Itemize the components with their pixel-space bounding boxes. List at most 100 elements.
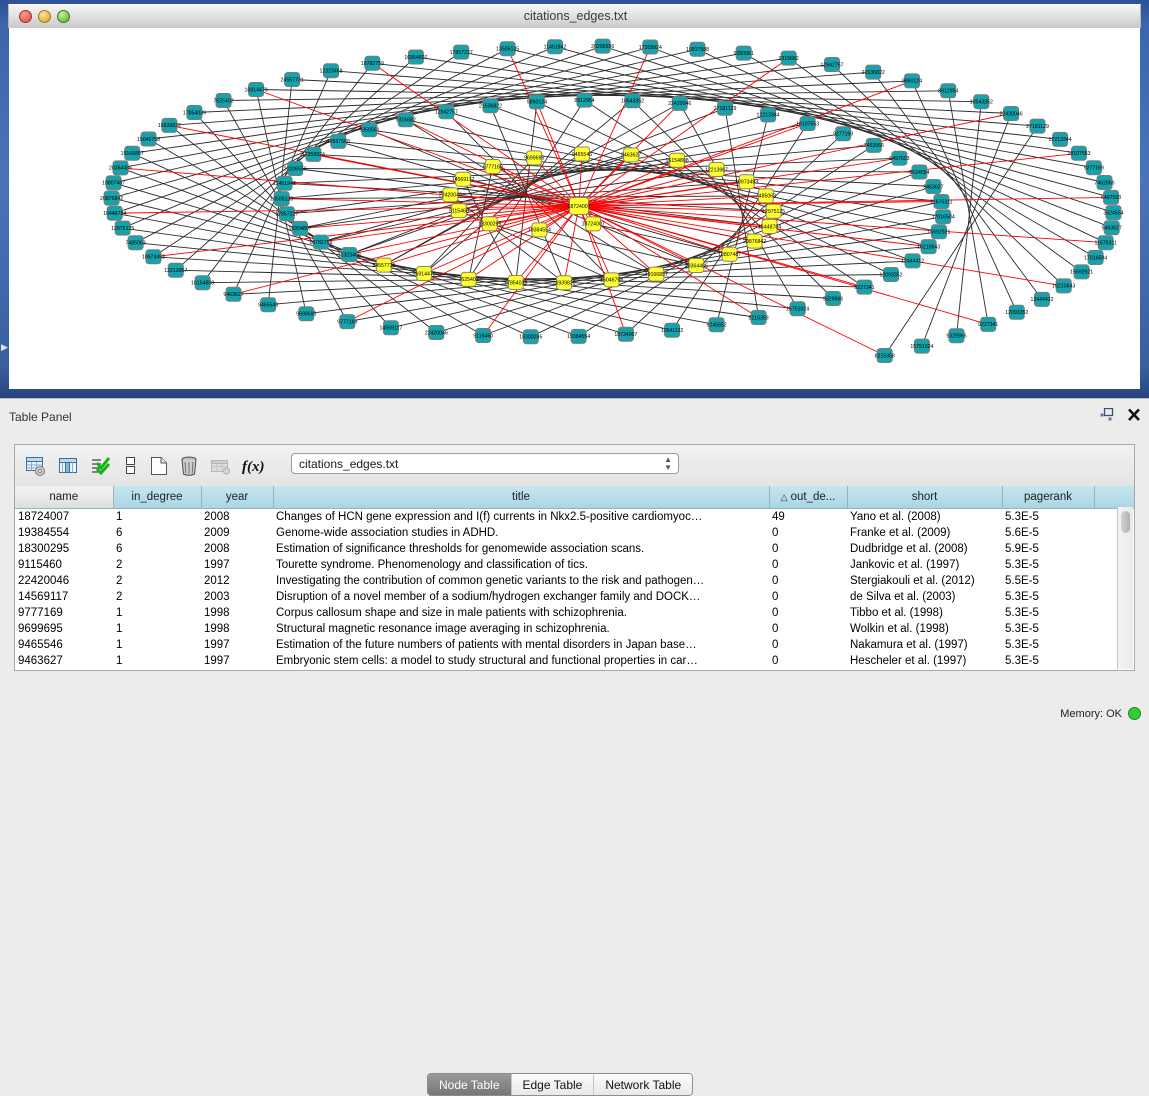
select-attributes-icon[interactable] [89, 455, 111, 477]
graph-node[interactable]: 12444412 [901, 254, 924, 268]
graph-node[interactable]: 16154808 [666, 153, 689, 167]
column-header-in_degree[interactable]: in_degree [113, 486, 201, 509]
graph-node[interactable]: 17854039 [183, 106, 206, 120]
graph-node[interactable]: 10543352 [970, 95, 993, 109]
graph-node[interactable]: 9277169 [833, 127, 853, 141]
graph-node[interactable]: 7462066 [864, 138, 884, 152]
graph-node[interactable]: 9465546 [258, 298, 278, 312]
graph-node[interactable]: 22420046 [1000, 107, 1023, 121]
graph-node[interactable]: 9315682 [779, 51, 799, 65]
graph-node[interactable]: 12093352 [1005, 305, 1028, 319]
graph-node[interactable]: 9699695 [524, 151, 544, 165]
graph-node[interactable]: 15751024 [910, 339, 933, 353]
graph-node[interactable]: 16939822 [158, 118, 181, 132]
table-row[interactable]: 2242004622012Investigating the contribut… [15, 573, 1134, 589]
graph-node[interactable]: 27181129 [1026, 119, 1049, 133]
graph-node[interactable]: 11675311 [1095, 236, 1117, 250]
graph-node[interactable]: 9227341 [854, 280, 874, 294]
graph-node[interactable]: 10807487 [102, 176, 125, 190]
graph-node[interactable]: 15692921 [1070, 265, 1093, 279]
graph-node[interactable]: 15751024 [786, 302, 809, 316]
graph-node[interactable]: 20876842 [100, 191, 123, 205]
graph-node[interactable]: 12975125 [111, 221, 134, 235]
table-settings-icon[interactable] [25, 455, 47, 477]
graph-node[interactable]: 16448784 [103, 206, 126, 220]
graph-node[interactable]: 18724007 [567, 198, 590, 215]
graph-node[interactable]: 9465546 [572, 147, 592, 161]
graph-node[interactable]: 16210643 [917, 240, 940, 254]
graph-node[interactable]: 9463627 [621, 148, 641, 162]
graph-node[interactable]: 9860124 [902, 74, 922, 88]
graph-node[interactable]: 9227341 [978, 317, 998, 331]
tab-network-table[interactable]: Network Table [593, 1074, 692, 1095]
function-builder-icon[interactable]: f(x) [241, 455, 267, 477]
graph-node[interactable]: 7485063 [756, 189, 776, 203]
table-vertical-scrollbar[interactable] [1117, 507, 1133, 669]
graph-node[interactable]: 9463627 [1102, 221, 1122, 235]
graph-node[interactable]: 18107553 [796, 117, 819, 131]
graph-node[interactable]: 22420046 [425, 326, 448, 340]
graph-node[interactable]: 12444412 [1030, 292, 1053, 306]
table-row[interactable]: 969969511998Structural magnetic resonanc… [15, 621, 1134, 637]
tab-edge-table[interactable]: Edge Table [511, 1074, 594, 1095]
graph-node[interactable]: 11451942 [544, 40, 567, 54]
memory-status-indicator[interactable] [1128, 707, 1141, 720]
table-columns-icon[interactable] [57, 455, 79, 477]
table-row[interactable]: 1830029562008Estimation of significance … [15, 541, 1134, 557]
graph-node[interactable]: 7485063 [125, 236, 145, 250]
network-window-titlebar[interactable]: citations_edges.txt [8, 4, 1141, 28]
graph-node[interactable]: 9463627 [223, 287, 243, 301]
graph-node[interactable]: 7625402 [213, 94, 233, 108]
graph-node[interactable]: 9329966 [946, 329, 966, 343]
scrollbar-thumb[interactable] [1121, 511, 1130, 533]
new-table-icon[interactable] [149, 455, 169, 477]
tab-node-table[interactable]: Node Table [428, 1074, 511, 1095]
table-row[interactable]: 977716911998Corpus callosum shape and si… [15, 605, 1134, 621]
graph-node[interactable]: 11675311 [930, 195, 952, 209]
graph-node[interactable]: 20206556 [591, 39, 614, 53]
graph-node[interactable]: 10807487 [718, 247, 741, 261]
graph-node[interactable]: 12975125 [762, 204, 785, 218]
column-header-name[interactable]: name [15, 486, 113, 509]
graph-node[interactable]: 16154808 [191, 276, 214, 290]
graph-node[interactable]: 16914479 [245, 83, 268, 97]
graph-node[interactable]: 13505135 [270, 192, 293, 206]
graph-node[interactable]: 19166857 [121, 146, 144, 160]
graph-node[interactable]: 6497503 [889, 151, 909, 165]
table-toolbar[interactable]: f(x) citations_edges.txt ▲▼ [15, 445, 1134, 487]
graph-node[interactable]: 17016504 [932, 210, 955, 224]
graph-node[interactable]: 20364486 [109, 161, 132, 175]
graph-node[interactable]: 12213967 [164, 263, 187, 277]
graph-node[interactable]: 14569117 [452, 172, 475, 186]
table-tabs[interactable]: Node TableEdge TableNetwork Table [427, 1073, 693, 1096]
graph-node[interactable]: 12093352 [879, 268, 902, 282]
graph-node[interactable]: 3624554 [909, 165, 929, 179]
graph-node[interactable]: 6497503 [1101, 190, 1121, 204]
table-row[interactable]: 1456911722003Disruption of a novel membe… [15, 589, 1134, 605]
table-source-combo[interactable]: citations_edges.txt ▲▼ [291, 453, 679, 474]
table-row[interactable]: 946554611997Estimation of the future num… [15, 637, 1134, 653]
graph-node[interactable]: 9699695 [296, 307, 316, 321]
detach-panel-icon[interactable] [1100, 408, 1115, 427]
graph-node[interactable]: 8912954 [574, 93, 594, 107]
graph-node[interactable]: 3624554 [1103, 206, 1123, 220]
graph-node[interactable]: 8215358 [748, 311, 768, 325]
graph-node[interactable]: 9777169 [337, 315, 357, 329]
column-header-short[interactable]: short [847, 486, 1002, 509]
graph-node[interactable]: 9463627 [923, 180, 943, 194]
graph-node[interactable]: 12323468 [319, 64, 342, 78]
graph-node[interactable]: 11451942 [273, 176, 296, 190]
table-row[interactable]: 946362711997Embryonic stem cells: a mode… [15, 653, 1134, 669]
node-table-grid[interactable]: namein_degreeyeartitle△out_de...shortpag… [15, 486, 1134, 670]
graph-node[interactable]: 9315682 [396, 113, 416, 127]
graph-node[interactable]: 21536822 [862, 65, 885, 79]
table-panel-header-actions[interactable] [1100, 408, 1141, 427]
delete-table-icon[interactable] [179, 455, 199, 477]
graph-node[interactable]: 12942757 [820, 58, 843, 72]
graph-node[interactable]: 7462066 [1094, 176, 1114, 190]
graph-node[interactable]: 14569117 [380, 321, 403, 335]
graph-node[interactable]: 24557731 [281, 73, 304, 87]
split-rows-icon[interactable] [121, 455, 139, 477]
table-row[interactable]: 1872400712008Changes of HCN gene express… [15, 509, 1134, 526]
graph-node[interactable]: 9277169 [1084, 161, 1104, 175]
